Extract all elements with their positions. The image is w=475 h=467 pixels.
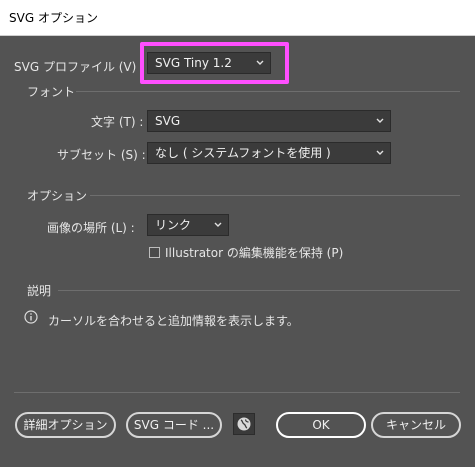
type-label: 文字 (T) : — [91, 115, 144, 129]
image-location-label: 画像の場所 (L) : — [47, 221, 135, 235]
info-icon — [24, 310, 38, 324]
chevron-down-icon — [376, 118, 384, 123]
image-location-select[interactable]: リンク — [147, 214, 229, 236]
description-section-divider — [58, 290, 460, 291]
type-select[interactable]: SVG — [147, 110, 391, 132]
title-bar: SVG オプション — [0, 0, 475, 36]
description-text: カーソルを合わせると追加情報を表示します。 — [48, 314, 299, 328]
font-section-divider — [76, 91, 460, 92]
preserve-editing-checkbox[interactable] — [149, 247, 160, 258]
profile-select[interactable]: SVG Tiny 1.2 — [147, 52, 271, 74]
chevron-down-icon — [214, 222, 222, 227]
subset-select[interactable]: なし ( システムフォントを使用 ) — [147, 142, 391, 164]
chevron-down-icon — [376, 150, 384, 155]
options-section-divider — [90, 195, 460, 196]
type-select-value: SVG — [155, 114, 181, 128]
description-bottom-divider — [14, 392, 460, 393]
subset-label: サブセット (S) : — [57, 148, 146, 162]
profile-select-value: SVG Tiny 1.2 — [155, 56, 232, 70]
globe-icon — [237, 417, 251, 431]
advanced-options-button[interactable]: 詳細オプション — [15, 412, 116, 438]
profile-label: SVG プロファイル (V) : — [14, 60, 145, 74]
font-section-title: フォント — [27, 85, 76, 99]
ok-button[interactable]: OK — [276, 412, 366, 438]
svg-options-dialog: SVG プロファイル (V) : SVG Tiny 1.2 フォント 文字 (T… — [0, 36, 475, 467]
options-section-title: オプション — [27, 189, 88, 203]
window-title: SVG オプション — [9, 11, 98, 25]
description-section-title: 説明 — [27, 284, 52, 298]
globe-button[interactable] — [233, 413, 255, 435]
subset-select-value: なし ( システムフォントを使用 ) — [155, 146, 331, 160]
preserve-editing-label: Illustrator の編集機能を保持 (P) — [165, 246, 344, 260]
chevron-down-icon — [256, 60, 264, 65]
image-location-select-value: リンク — [155, 218, 192, 232]
cancel-button[interactable]: キャンセル — [371, 412, 461, 438]
svg-code-button[interactable]: SVG コード ... — [126, 412, 222, 438]
